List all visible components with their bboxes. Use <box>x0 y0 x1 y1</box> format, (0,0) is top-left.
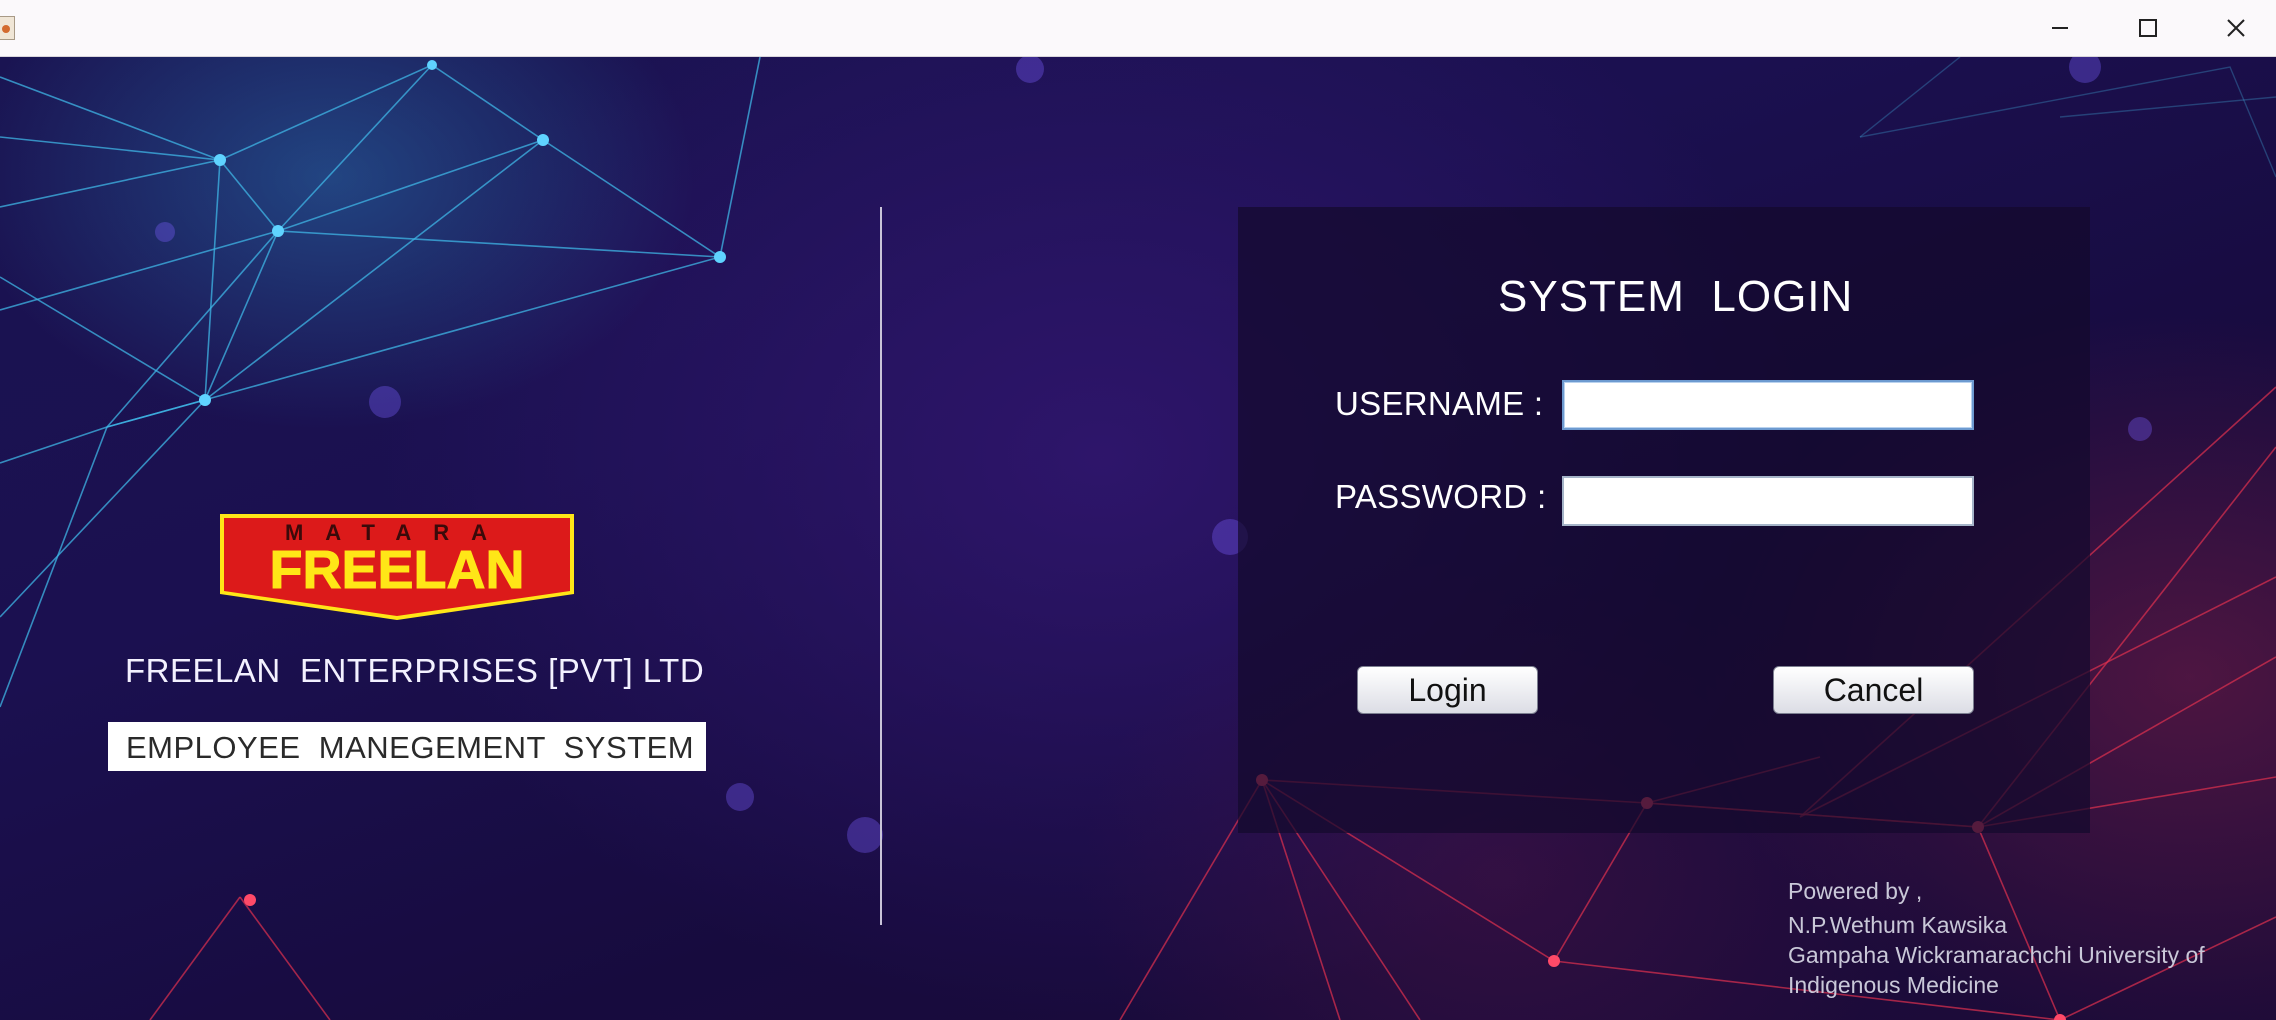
cancel-button[interactable]: Cancel <box>1773 666 1974 714</box>
credits-powered-by: Powered by , <box>1788 878 1923 904</box>
freelan-logo: MATARA FREELAN <box>220 514 574 620</box>
close-icon <box>2227 19 2245 37</box>
minimize-icon <box>2052 27 2068 29</box>
vertical-divider <box>880 207 882 925</box>
credits-block: Powered by , N.P.Wethum Kawsika Gampaha … <box>1788 876 2268 1000</box>
credits-university-cont: Indigenous Medicine <box>1788 972 1999 998</box>
minimize-button[interactable] <box>2016 0 2104 56</box>
maximize-button[interactable] <box>2104 0 2192 56</box>
login-title: SYSTEM LOGIN <box>1498 272 1854 321</box>
system-name-label: EMPLOYEE MANEGEMENT SYSTEM <box>108 722 706 771</box>
company-name: FREELAN ENTERPRISES [PVT] LTD <box>125 652 705 689</box>
logo-main-text: FREELAN <box>270 540 525 600</box>
password-label: PASSWORD : <box>1335 478 1547 515</box>
password-field[interactable] <box>1562 476 1974 526</box>
username-field[interactable] <box>1562 380 1974 430</box>
java-app-icon <box>0 16 15 40</box>
login-button[interactable]: Login <box>1357 666 1538 714</box>
credits-university: Gampaha Wickramarachchi University of <box>1788 942 2205 968</box>
username-label: USERNAME : <box>1335 385 1544 422</box>
credits-author: N.P.Wethum Kawsika <box>1788 912 2008 938</box>
close-button[interactable] <box>2192 0 2276 56</box>
title-bar <box>0 0 2276 57</box>
maximize-icon <box>2139 19 2157 37</box>
